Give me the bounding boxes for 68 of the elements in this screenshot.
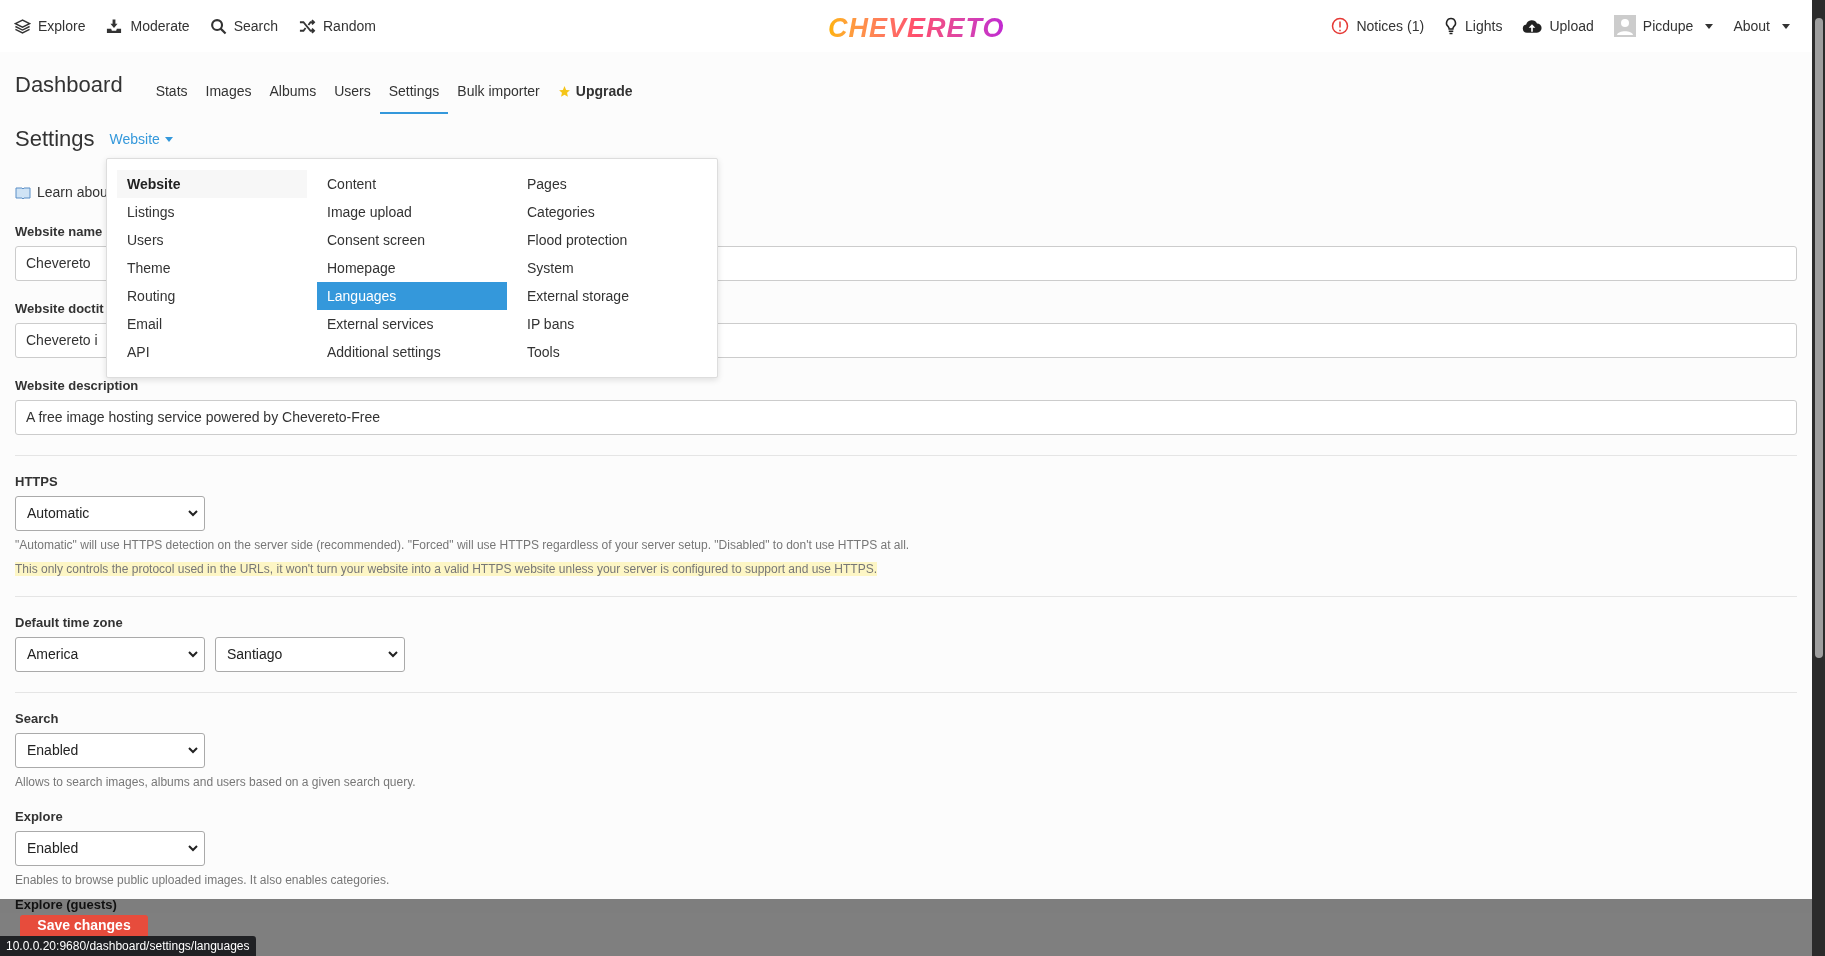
chevron-down-icon [388,651,398,658]
alert-icon [1331,17,1350,35]
tab[interactable]: Upgrade [548,70,642,114]
caret-icon [1782,23,1790,29]
chevron-down-icon [188,651,198,658]
page-title: Dashboard [15,71,123,99]
menu-item[interactable]: Homepage [317,254,507,282]
field-label: Website description [15,378,139,394]
book-icon [15,185,31,199]
star-icon [557,84,571,98]
scrollbar[interactable] [1812,0,1825,956]
shuffle-icon [298,17,316,35]
layers-icon [14,17,31,35]
chevron-down-icon [188,747,198,754]
save-button[interactable]: Save changes [20,915,148,936]
menu-item[interactable]: Website [117,170,307,198]
nav-link[interactable]: Search [209,15,278,37]
lightbulb-icon [1444,17,1459,35]
nav-link[interactable]: Random [298,15,376,37]
menu-item[interactable]: External storage [517,282,707,310]
help-text: Allows to search images, albums and users based on a given search query. [15,775,416,789]
field-label: Explore [15,809,63,825]
field-label: Explore (guests) [15,897,117,913]
select-field[interactable]: Enabled [15,831,205,866]
tab[interactable]: Settings [379,70,449,114]
menu-item[interactable]: Routing [117,282,307,310]
tab[interactable]: Bulk importer [448,70,549,114]
nav-link[interactable]: Moderate [105,15,190,37]
tab[interactable]: Users [325,70,380,114]
field-label: Default time zone [15,615,123,631]
help-text: This only controls the protocol used in the URLs, it won't turn your website into a valid HTTPS website unless your server is configured to support and use HTTPS. [15,562,878,576]
help-text: Enables to browse public uploaded images. It also enables categories. [15,873,390,887]
help-text: "Automatic" will use HTTPS detection on the server side (recommended). "Forced" will use HTTPS regardless of your server setup. "Disabled" to don't use HTTPS at all. [15,538,910,552]
chevron-down-icon [188,510,198,517]
menu-item[interactable]: Image upload [317,198,507,226]
field-label: Website doctit [15,301,104,317]
chevron-down-icon [188,845,198,852]
section-title: Settings [15,124,95,153]
text-field[interactable]: A free image hosting service powered by Chevereto-Free [15,400,1797,435]
nav-link[interactable]: About [1733,15,1790,37]
nav-link[interactable]: Notices (1) [1331,15,1425,37]
search-icon [209,17,227,35]
nav-link[interactable]: Upload [1522,15,1594,37]
avatar-icon [1613,15,1636,37]
tab[interactable]: Albums [260,70,326,114]
select-field[interactable]: Enabled [15,733,205,768]
nav-link[interactable]: Lights [1444,15,1503,37]
field-label: Search [15,711,59,727]
menu-item[interactable]: Listings [117,198,307,226]
menu-item[interactable]: Theme [117,254,307,282]
select-field[interactable]: Automatic [15,496,205,531]
tab[interactable]: Stats [146,70,197,114]
menu-item[interactable]: Categories [517,198,707,226]
menu-item[interactable]: Pages [517,170,707,198]
nav-link[interactable]: Picdupe [1613,15,1714,37]
inbox-tray-icon [105,17,124,35]
menu-item[interactable]: System [517,254,707,282]
field-label: HTTPS [15,474,58,490]
select-field[interactable]: America [15,637,205,672]
select-field[interactable]: Santiago [215,637,405,672]
caret-icon [1705,23,1714,29]
field-label: Website name [15,224,103,240]
nav-link[interactable]: Explore [14,15,86,37]
tab[interactable]: Images [196,70,261,114]
menu-item[interactable]: Content [317,170,507,198]
caret-icon [164,137,173,142]
status-tooltip: 10.0.0.20:9680/dashboard/settings/languages [0,936,256,956]
cloud-upload-icon [1522,18,1543,34]
